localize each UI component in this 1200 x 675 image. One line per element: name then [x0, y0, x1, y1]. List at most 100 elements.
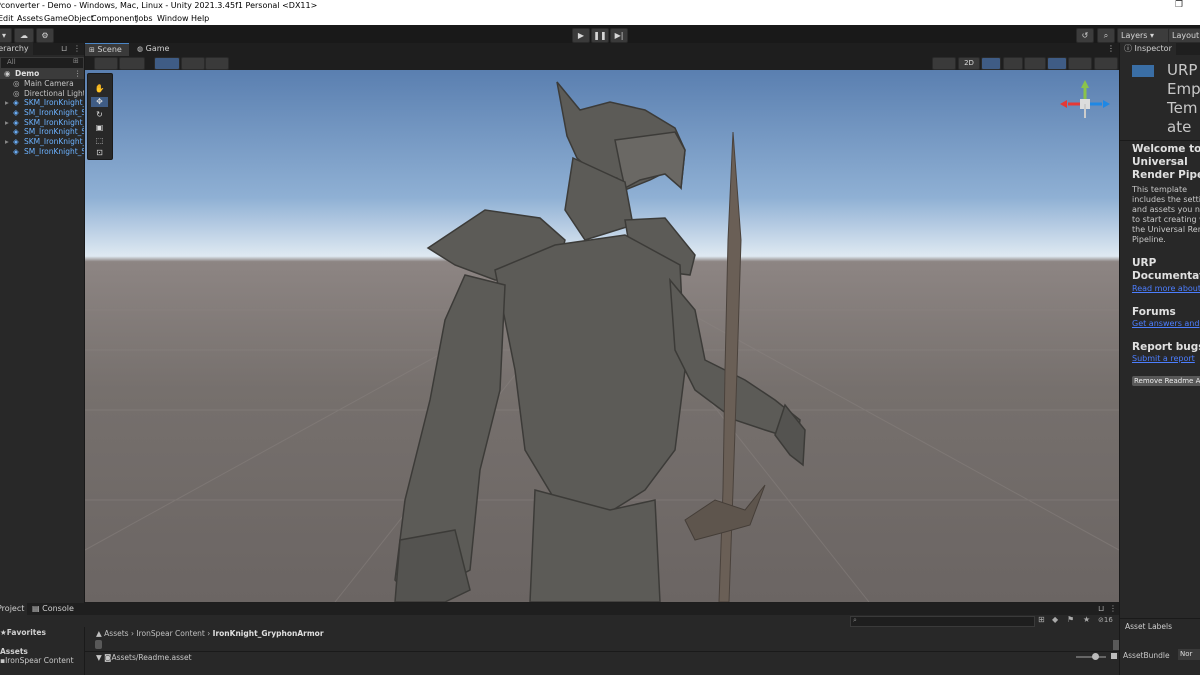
cloud-icon[interactable]: ☁	[14, 28, 34, 43]
unity-scene-icon: ◉	[4, 69, 11, 78]
history-icon[interactable]: ↺	[1076, 28, 1094, 43]
scroll-up-icon[interactable]: ▲	[96, 629, 102, 638]
scene-row[interactable]: ◉ Demo ⋮	[0, 69, 84, 79]
menu-edit[interactable]: Edit	[0, 14, 14, 23]
more-icon[interactable]: ⋮	[73, 44, 81, 53]
orientation-gizmo[interactable]	[1060, 80, 1110, 118]
scene-more-icon[interactable]: ⋮	[1107, 44, 1115, 53]
asset-labels-heading: Asset Labels	[1125, 622, 1173, 631]
account-dropdown[interactable]: ▾	[0, 28, 12, 43]
scene-viewport[interactable]: ✋ ✥ ↻ ▣ ⬚ ⊡	[85, 70, 1119, 602]
gamepad-icon: ◍	[137, 45, 144, 53]
menu-component[interactable]: Component	[91, 14, 137, 23]
welcome-line: Welcome to t	[1132, 143, 1200, 155]
lighting-toggle[interactable]	[981, 57, 1001, 70]
forums-link[interactable]: Get answers and	[1132, 319, 1199, 328]
render-mode-dropdown[interactable]	[119, 57, 145, 70]
menu-jobs[interactable]: Jobs	[136, 14, 153, 23]
scene-render	[85, 80, 1119, 602]
section-title-line: Report bugs	[1132, 341, 1200, 353]
tab-game[interactable]: ◍ Game	[133, 43, 173, 55]
effects-dropdown[interactable]	[1024, 57, 1046, 70]
breadcrumb-item[interactable]: IronKnight_GryphonArmor	[213, 629, 324, 638]
tab-project[interactable]: Project	[0, 603, 28, 615]
remove-readme-button[interactable]: Remove Readme A	[1132, 376, 1200, 386]
increment-snap-dropdown[interactable]	[181, 57, 205, 70]
grid-snap-dropdown[interactable]	[205, 57, 229, 70]
favorite-star-icon[interactable]: ★	[1083, 615, 1090, 624]
desc-line: and assets you n	[1132, 205, 1200, 214]
list-item[interactable]: ◎ Main Camera	[0, 79, 84, 89]
scene-more-icon[interactable]: ⋮	[74, 69, 82, 79]
zoom-slider-thumb[interactable]	[1092, 653, 1099, 660]
favorites-heading[interactable]: ★Favorites	[0, 628, 46, 637]
layout-dropdown[interactable]: Layout	[1168, 28, 1200, 43]
scrollbar[interactable]	[1113, 640, 1119, 650]
window-title: Pconverter - Demo - Windows, Mac, Linux …	[0, 1, 318, 10]
list-item[interactable]: ◈ SM_IronKnight_Sw	[0, 147, 84, 157]
expand-arrow-icon[interactable]: ▸	[5, 98, 9, 108]
menu-window[interactable]: Window	[157, 14, 189, 23]
step-icon[interactable]: ▶|	[610, 28, 628, 43]
expand-arrow-icon[interactable]: ▸	[5, 137, 9, 147]
lock-icon[interactable]: ⊔	[1098, 604, 1104, 613]
report-bugs-link[interactable]: Submit a report	[1132, 354, 1195, 363]
list-item[interactable]: ▸ ◈ SKM_IronKnight_	[0, 98, 84, 108]
menu-gameobject[interactable]: GameObject	[44, 14, 94, 23]
filter-icon[interactable]: ⊞	[73, 57, 79, 65]
draw-mode-dropdown[interactable]	[94, 57, 118, 70]
more-icon[interactable]: ⋮	[1109, 604, 1117, 613]
filter-type-icon[interactable]: ⊞	[1038, 615, 1045, 624]
welcome-line: Render Pipel	[1132, 169, 1200, 181]
shading-dropdown[interactable]	[932, 57, 956, 70]
scroll-down-icon[interactable]: ▼	[96, 653, 102, 662]
restore-window-icon[interactable]: ❐	[1175, 0, 1183, 10]
scale-tool-icon[interactable]: ▣	[91, 123, 108, 133]
snap-dropdown[interactable]	[154, 57, 180, 70]
menu-help[interactable]: Help	[191, 14, 209, 23]
scrollbar-thumb[interactable]	[95, 640, 102, 649]
menu-assets[interactable]: Assets	[17, 14, 43, 23]
rotate-tool-icon[interactable]: ↻	[91, 110, 108, 120]
assets-heading[interactable]: Assets	[0, 647, 28, 656]
project-search-input[interactable]: ⌕	[850, 616, 1035, 627]
breadcrumb-item[interactable]: IronSpear Content	[136, 629, 205, 638]
divider	[1120, 618, 1200, 619]
tool-palette: ✋ ✥ ↻ ▣ ⬚ ⊡	[87, 73, 113, 160]
gizmos-dropdown[interactable]	[1094, 57, 1118, 70]
hidden-objects-toggle[interactable]	[1047, 57, 1067, 70]
item-label: SM_IronKnight_Sw	[24, 147, 84, 156]
hierarchy-search[interactable]: All ⊞	[0, 57, 84, 69]
tag-icon[interactable]: ⚑	[1067, 615, 1074, 624]
tab-scene[interactable]: ⊞ Scene	[85, 43, 129, 56]
move-tool-icon[interactable]: ✥	[91, 97, 108, 107]
layers-dropdown[interactable]: Layers ▾	[1117, 28, 1170, 43]
list-item[interactable]: ◈ SM_IronKnight_Sh	[0, 108, 84, 118]
lock-icon[interactable]: ⊔	[61, 44, 67, 53]
tab-hierarchy[interactable]: Hierarchy	[0, 43, 33, 55]
list-item[interactable]: ◈ SM_IronKnight_Sw	[0, 127, 84, 137]
zoom-slider[interactable]	[1076, 656, 1106, 658]
filter-label-icon[interactable]: ◆	[1052, 615, 1058, 624]
search-icon[interactable]: ⌕	[1097, 28, 1115, 43]
rect-tool-icon[interactable]: ⬚	[91, 136, 108, 146]
scene-tab-bar: ⊞ Scene ◍ Game ⋮	[85, 43, 1119, 56]
camera-dropdown[interactable]	[1068, 57, 1092, 70]
grid-view-icon[interactable]	[1111, 653, 1117, 659]
readme-asset-icon	[1132, 65, 1154, 77]
audio-toggle[interactable]	[1003, 57, 1023, 70]
list-item[interactable]: ▸ ◈ SKM_IronKnight_	[0, 137, 84, 147]
transform-tool-icon[interactable]: ⊡	[91, 148, 108, 158]
pause-icon[interactable]: ❚❚	[591, 28, 609, 43]
asset-bundle-dropdown[interactable]: Nor	[1178, 649, 1200, 660]
folder-item[interactable]: ▪IronSpear Content	[0, 656, 74, 665]
play-icon[interactable]: ▶	[572, 28, 590, 43]
toggle-2d-button[interactable]: 2D	[958, 57, 980, 70]
tab-inspector[interactable]: ⓘ Inspector	[1120, 43, 1176, 55]
tab-console[interactable]: ▤ Console	[32, 603, 74, 615]
documentation-link[interactable]: Read more about	[1132, 284, 1200, 293]
chevron-right-icon: ›	[207, 629, 211, 638]
settings-icon[interactable]: ⚙	[36, 28, 54, 43]
hand-tool-icon[interactable]: ✋	[91, 84, 108, 94]
breadcrumb-item[interactable]: Assets	[104, 629, 128, 638]
